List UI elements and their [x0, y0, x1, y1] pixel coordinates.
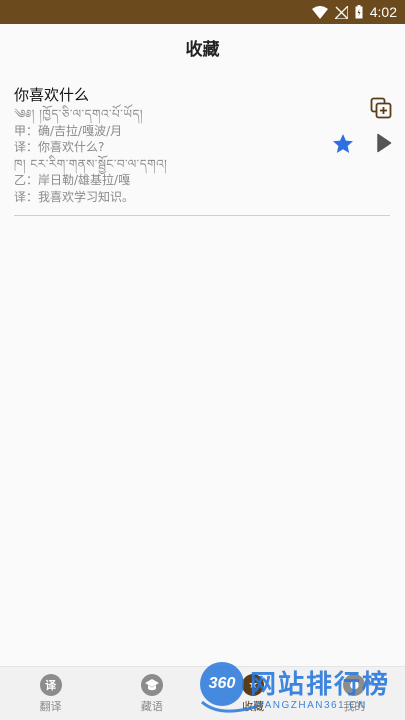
title-bar: 收藏 [0, 24, 405, 70]
nav-item-translate[interactable]: 译 翻译 [0, 667, 101, 720]
favorite-item[interactable]: 你喜欢什么 ༄༅། །ཁྱོད་ཅི་ལ་དགའ་པོ་ཡོད། 甲：确/吉拉/… [14, 82, 392, 216]
nav-label: 我的 [343, 699, 366, 713]
translation-line: 译：我喜欢学习知识。 [14, 189, 135, 204]
user-icon: ● [343, 673, 366, 696]
graduation-cap-icon [140, 673, 163, 696]
battery-icon [355, 5, 363, 19]
nav-label: 收藏 [242, 699, 265, 713]
tibetan-line: ༄༅། །ཁྱོད་ཅི་ལ་དགའ་པོ་ཡོད། [14, 107, 144, 121]
star-icon: ★ [242, 673, 265, 696]
copy-icon[interactable] [370, 97, 392, 119]
status-time: 4:02 [369, 4, 397, 20]
nav-item-tibetan[interactable]: 藏语 [101, 667, 202, 720]
translate-icon: 译 [39, 673, 62, 696]
bottom-nav: 译 翻译 藏语 ★ 收藏 ● 我的 [0, 666, 405, 720]
pronunciation-line: 甲：确/吉拉/嘎波/月 [14, 123, 123, 138]
nav-item-favorites[interactable]: ★ 收藏 [203, 667, 304, 720]
favorite-details: ༄༅། །ཁྱོད་ཅི་ལ་དགའ་པོ་ཡོད། 甲：确/吉拉/嘎波/月 译… [14, 106, 324, 205]
status-bar: 4:02 [0, 0, 405, 24]
favorite-headline: 你喜欢什么 [14, 86, 90, 104]
page-title: 收藏 [185, 39, 220, 60]
nav-item-profile[interactable]: ● 我的 [304, 667, 405, 720]
translation-line: 译：你喜欢什么? [14, 140, 105, 154]
no-signal-icon [334, 5, 348, 19]
nav-label: 翻译 [39, 699, 62, 713]
star-icon[interactable] [332, 133, 354, 155]
nav-label: 藏语 [140, 699, 163, 713]
tibetan-line: ཁ། ངར་རིག་གནས་སྦྱོང་བ་ལ་དགའ། [14, 156, 168, 171]
pronunciation-line: 乙：岸日勒/雄基拉/嘎 [14, 173, 131, 187]
wifi-icon [311, 5, 328, 19]
play-icon[interactable] [376, 133, 392, 153]
